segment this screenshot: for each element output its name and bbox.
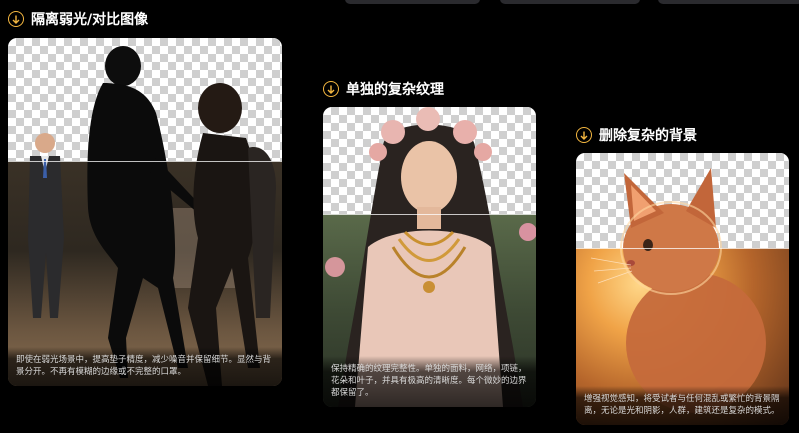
before-after-divider[interactable] — [576, 248, 789, 249]
top-bar-segment — [658, 0, 799, 4]
top-bar-segment — [345, 0, 480, 4]
arrow-down-circle-icon — [323, 81, 339, 97]
sample-card-complex-bg[interactable]: 增强视觉感知，将受试者与任何混乱或繁忙的背景隔离，无论是光和阴影，人群，建筑还是… — [576, 153, 789, 425]
before-after-divider[interactable] — [8, 161, 282, 162]
before-after-divider[interactable] — [323, 214, 536, 215]
kitten-image — [590, 168, 766, 413]
card-caption: 增强视觉感知，将受试者与任何混乱或繁忙的背景隔离，无论是光和阴影，人群，建筑还是… — [576, 386, 789, 425]
section-title: 隔离弱光/对比图像 — [31, 12, 149, 28]
sample-card-texture[interactable]: 保持精确的纹理完整性。单独的面料，网络，项链，花朵和叶子，并具有极高的清晰度。每… — [323, 107, 536, 407]
dancers-silhouette-image — [28, 46, 276, 386]
arrow-down-circle-icon — [576, 127, 592, 143]
section-header-texture: 单独的复杂纹理 — [323, 79, 444, 99]
top-bar-segment — [500, 0, 640, 4]
arrow-down-circle-icon — [8, 11, 24, 27]
section-title: 单独的复杂纹理 — [346, 82, 444, 98]
sample-card-lowlight[interactable]: 即使在弱光场景中，提高垫子精度，减少噪音并保留细节。显然与背景分开。不再有模糊的… — [8, 38, 282, 386]
card-caption: 即使在弱光场景中，提高垫子精度，减少噪音并保留细节。显然与背景分开。不再有模糊的… — [8, 347, 282, 386]
card-caption: 保持精确的纹理完整性。单独的面料，网络，项链，花朵和叶子，并具有极高的清晰度。每… — [323, 356, 536, 407]
section-header-complex-bg: 删除复杂的背景 — [576, 125, 697, 145]
section-header-lowlight: 隔离弱光/对比图像 — [8, 9, 148, 29]
section-title: 删除复杂的背景 — [599, 128, 697, 144]
